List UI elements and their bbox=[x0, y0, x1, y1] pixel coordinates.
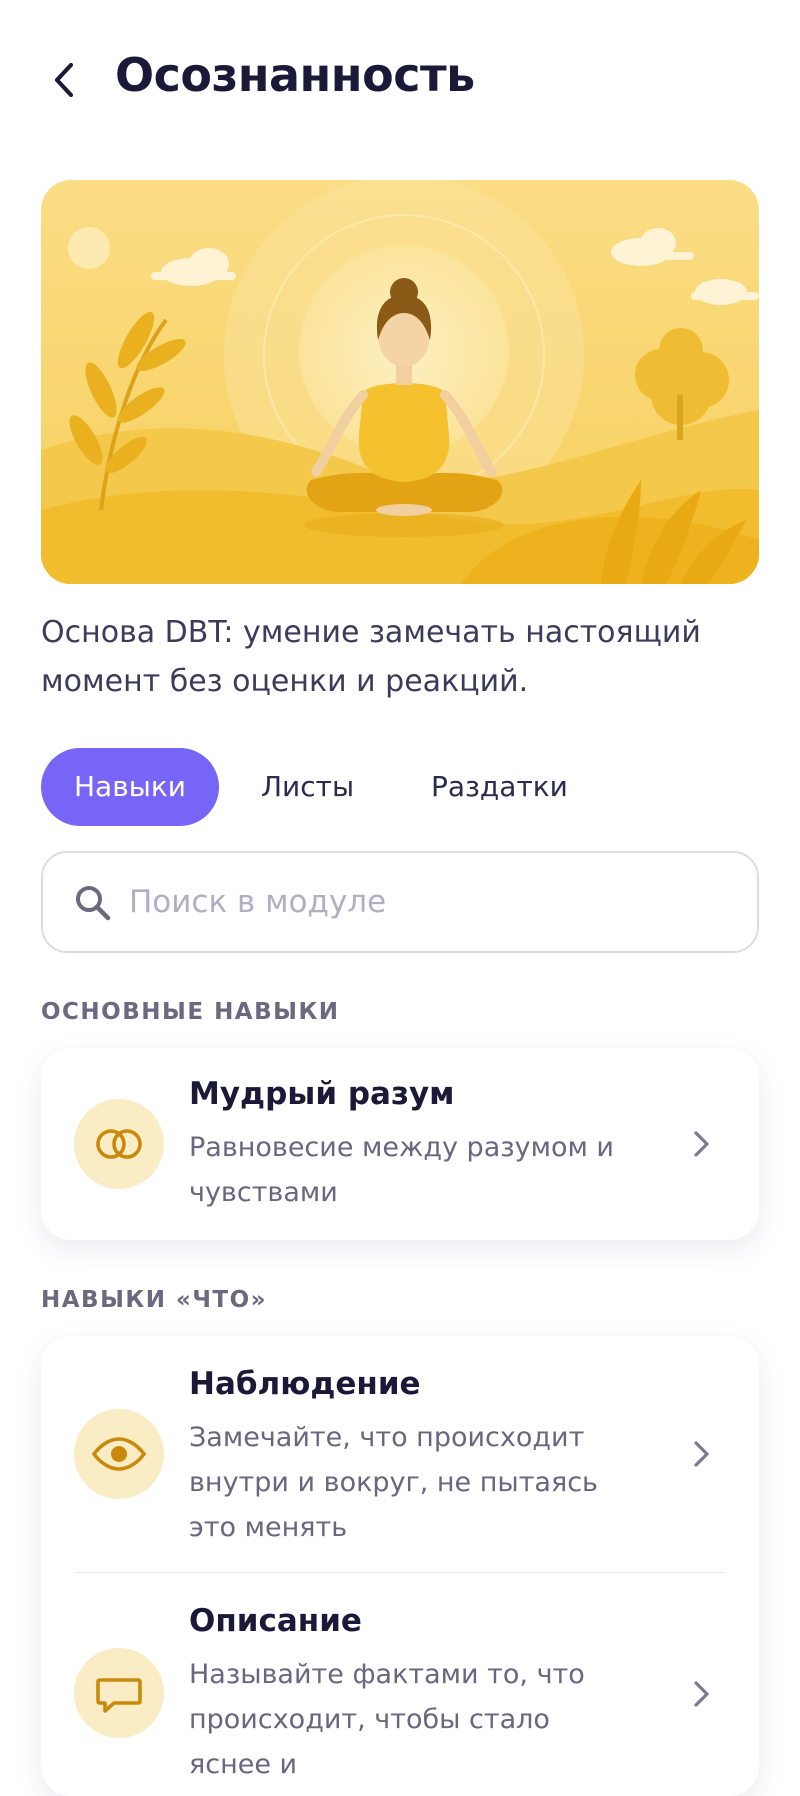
search-box[interactable] bbox=[41, 851, 759, 953]
chevron-left-icon bbox=[54, 62, 74, 98]
rings-icon bbox=[96, 1129, 142, 1159]
icon-circle bbox=[74, 1648, 164, 1738]
search-input[interactable] bbox=[127, 873, 731, 931]
tab-skills[interactable]: Навыки bbox=[41, 748, 219, 826]
search-icon bbox=[76, 886, 111, 921]
skills-card-core: Мудрый разум Равновесие между разумом и … bbox=[41, 1048, 759, 1240]
tab-worksheets[interactable]: Листы bbox=[261, 748, 354, 826]
speech-bubble-icon bbox=[96, 1678, 142, 1713]
list-item-wise-mind[interactable]: Мудрый разум Равновесие между разумом и … bbox=[41, 1048, 759, 1240]
item-title: Наблюдение bbox=[189, 1366, 421, 1402]
item-subtitle: Равновесие между разумом и чувствами bbox=[189, 1132, 614, 1208]
top-bar: Осознанность bbox=[0, 0, 800, 160]
meditation-illustration bbox=[41, 180, 759, 584]
tab-handouts[interactable]: Раздатки bbox=[431, 748, 568, 826]
tab-bar: Навыки Листы Раздатки bbox=[41, 748, 761, 826]
section-label-what-skills: НАВЫКИ «ЧТО» bbox=[41, 1287, 268, 1313]
hero-illustration bbox=[41, 180, 759, 584]
module-description: Основа DBT: умение замечать настоящий мо… bbox=[41, 615, 701, 699]
item-title: Описание bbox=[189, 1603, 362, 1639]
chevron-right-icon bbox=[694, 1681, 709, 1707]
list-item-observe[interactable]: Наблюдение Замечайте, что происходит вну… bbox=[41, 1336, 759, 1572]
icon-circle bbox=[74, 1409, 164, 1499]
icon-circle bbox=[74, 1099, 164, 1189]
chevron-right-icon bbox=[694, 1441, 709, 1467]
item-subtitle: Называйте фактами то, что происходит, чт… bbox=[189, 1659, 585, 1780]
eye-icon bbox=[91, 1437, 147, 1471]
page-title: Осознанность bbox=[115, 48, 475, 102]
list-item-describe[interactable]: Описание Называйте фактами то, что проис… bbox=[41, 1573, 759, 1796]
back-button[interactable] bbox=[44, 58, 88, 102]
section-label-core-skills: ОСНОВНЫЕ НАВЫКИ bbox=[41, 999, 340, 1025]
chevron-right-icon bbox=[694, 1131, 709, 1157]
item-title: Мудрый разум bbox=[189, 1076, 455, 1112]
skills-card-what: Наблюдение Замечайте, что происходит вну… bbox=[41, 1336, 759, 1796]
item-subtitle: Замечайте, что происходит внутри и вокру… bbox=[189, 1422, 598, 1543]
